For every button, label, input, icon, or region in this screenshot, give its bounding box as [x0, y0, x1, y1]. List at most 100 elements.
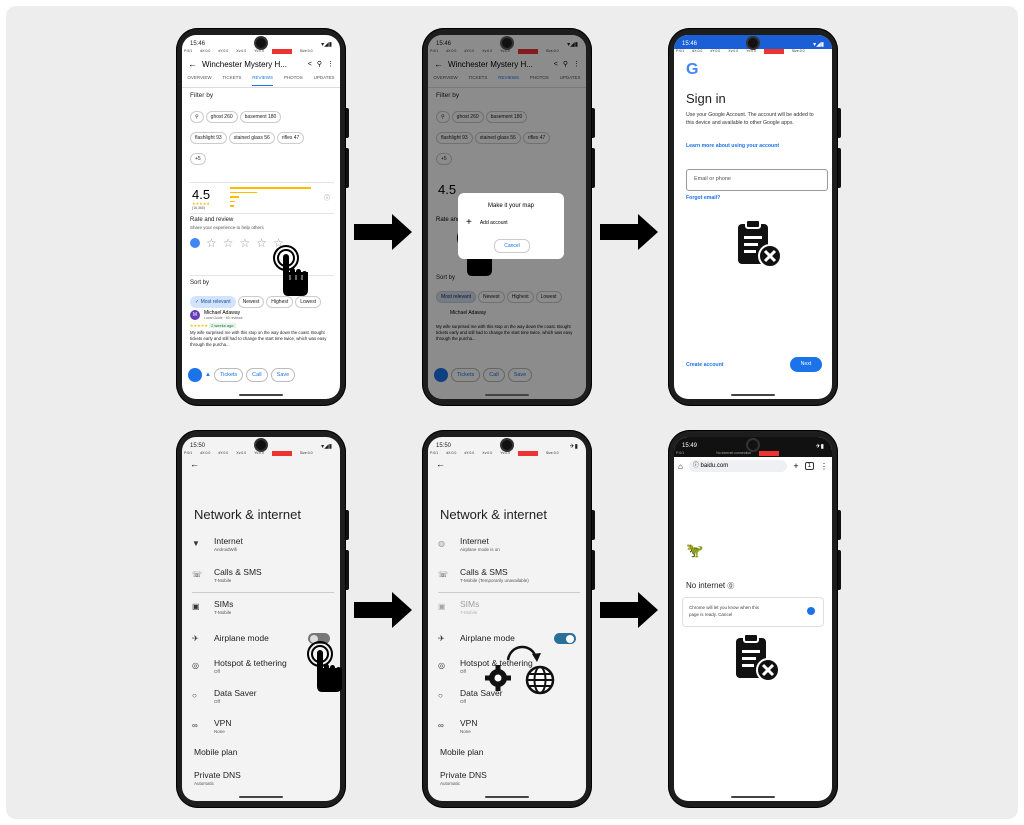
learn-more-link[interactable]: Learn more about using your account: [686, 143, 779, 149]
setting-mobile-plan[interactable]: Mobile plan: [194, 747, 334, 771]
setting-subtitle: T-Mobile (Temporarily unavailable): [460, 578, 529, 583]
setting-subtitle: None: [214, 729, 225, 734]
rate-star[interactable]: ☆: [240, 236, 251, 250]
new-tab-icon[interactable]: +: [793, 461, 798, 471]
data-saver-icon: ○: [192, 691, 197, 700]
sort-newest[interactable]: Newest: [237, 296, 265, 308]
tab-switcher-icon[interactable]: 1: [804, 462, 814, 470]
sort-title: Sort by: [190, 280, 210, 286]
home-indicator: [731, 796, 775, 798]
status-time: 15:50: [436, 443, 452, 449]
settings-to-network-icon: [485, 645, 555, 695]
hotspot-icon: ◎: [192, 661, 199, 670]
offline-banner: No internet connection: [716, 451, 752, 455]
settings-heading: Network & internet: [194, 507, 301, 522]
notify-card: Chrome will let you know when this page …: [682, 597, 824, 627]
site-info-icon[interactable]: ⓘ: [693, 463, 701, 469]
flow-arrow-icon: [354, 214, 412, 250]
share-icon[interactable]: <: [308, 61, 312, 68]
home-indicator: [239, 796, 283, 798]
setting-calls-sms[interactable]: ☏ Calls & SMS T-Mobile (Temporarily unavai…: [438, 567, 580, 591]
back-arrow-icon[interactable]: ←: [188, 59, 197, 69]
screen-maps-dialog: 15:46 ▾◢▮ P:0/1 dX:0.0 dY:0.0 Xv:0.0 Yv:0.0 Si…: [428, 35, 586, 399]
more-filters-chip[interactable]: +5: [190, 153, 206, 165]
review-stars: ★★★★★: [190, 323, 208, 328]
signin-body: Use your Google Account. The account wil…: [686, 112, 814, 126]
forgot-email-link[interactable]: Forgot email?: [686, 195, 720, 201]
setting-sims[interactable]: ▣ SIMs T-Mobile: [192, 599, 334, 623]
status-time: 15:50: [190, 443, 206, 449]
vpn-key-icon: ∞: [192, 721, 198, 730]
filter-chip[interactable]: flashlight 93: [190, 132, 227, 144]
help-icon[interactable]: ⓪: [727, 583, 734, 590]
home-icon[interactable]: ⌂: [678, 462, 683, 471]
setting-title: VPN: [460, 718, 478, 728]
more-vert-icon[interactable]: ⋮: [820, 462, 828, 471]
setting-calls-sms[interactable]: ☏ Calls & SMS T-Mobile: [192, 567, 334, 591]
call-button[interactable]: Call: [246, 368, 268, 382]
back-arrow-icon[interactable]: ←: [436, 459, 445, 469]
filter-chip[interactable]: stained glass 56: [228, 132, 275, 144]
more-vert-icon[interactable]: ⋮: [327, 60, 334, 68]
setting-subtitle: Off: [460, 699, 466, 704]
chrome-toolbar: ⌂ ⓘ baidu.com + 1 ⋮: [678, 459, 828, 473]
setting-vpn[interactable]: ∞ VPN None: [192, 718, 334, 742]
setting-subtitle: AndroidWifi: [214, 547, 238, 552]
tab-bar: OVERVIEW TICKETS REVIEWS PHOTOS UPDATES: [182, 75, 340, 88]
setting-internet[interactable]: ◍ Internet Airplane mode is on: [438, 536, 580, 560]
setting-internet[interactable]: ▼ Internet AndroidWifi: [192, 536, 334, 560]
screen-chrome-offline: 15:49 ✈▮ P:0/1 No internet connection ⌂ ⓘ …: [674, 437, 832, 801]
flow-arrow-icon: [600, 214, 658, 250]
rating-summary: 4.5 ★★★★★ (16,360) ⓘ: [190, 182, 334, 214]
flow-arrow-icon: [600, 592, 658, 628]
setting-mobile-plan[interactable]: Mobile plan: [440, 747, 580, 771]
tab-updates[interactable]: UPDATES: [314, 75, 335, 87]
filter-chip[interactable]: basement 180: [239, 111, 282, 123]
back-arrow-icon[interactable]: ←: [190, 459, 199, 469]
dialog-cancel-button[interactable]: Cancel: [494, 239, 530, 253]
tab-reviews[interactable]: REVIEWS: [252, 75, 274, 86]
task-failed-icon: [738, 219, 782, 268]
rating-bars: [230, 187, 320, 207]
phone-icon: ☏: [438, 570, 449, 579]
tab-overview[interactable]: OVERVIEW: [187, 75, 211, 87]
filter-chip[interactable]: rifles 47: [276, 132, 305, 144]
url-bar[interactable]: ⓘ baidu.com: [688, 460, 788, 472]
sort-most-relevant[interactable]: ✓ Most relevant: [190, 296, 236, 308]
filter-chip[interactable]: ghost 260: [205, 111, 238, 123]
review-text: My wife surprised me with this stop on t…: [190, 330, 327, 347]
next-button[interactable]: Next: [790, 357, 822, 372]
setting-subtitle: Automatic: [194, 781, 215, 786]
rate-star[interactable]: ☆: [256, 236, 267, 250]
home-indicator: [485, 394, 529, 396]
rate-star[interactable]: ☆: [223, 236, 234, 250]
setting-subtitle: None: [460, 729, 471, 734]
setting-private-dns[interactable]: Private DNS Automatic: [440, 770, 580, 794]
tab-photos[interactable]: PHOTOS: [284, 75, 303, 87]
setting-subtitle: T-Mobile: [460, 610, 478, 615]
info-icon[interactable]: ⓘ: [324, 193, 330, 202]
setting-private-dns[interactable]: Private DNS Automatic: [194, 770, 334, 794]
tickets-button[interactable]: Tickets: [213, 368, 244, 382]
search-chip[interactable]: ⚲: [190, 111, 204, 123]
setting-title: Internet: [460, 536, 489, 546]
search-icon[interactable]: ⚲: [317, 60, 322, 68]
debug-strip: P:0/1 dX:0.0 dY:0.0 Xv:0.0 Yv:0.0 Size:0.0: [184, 451, 313, 456]
setting-vpn[interactable]: ∞ VPN None: [438, 718, 580, 742]
create-account-button[interactable]: Create account: [686, 362, 723, 368]
add-account-item[interactable]: + Add account: [466, 217, 564, 228]
setting-title: Internet: [214, 536, 243, 546]
reviewer-avatar: M: [190, 310, 200, 320]
status-icons: ▾◢▮: [321, 41, 332, 48]
rate-star[interactable]: ☆: [206, 236, 217, 250]
setting-title: VPN: [214, 718, 232, 728]
save-button[interactable]: Save: [270, 368, 296, 382]
notify-toggle-icon[interactable]: [807, 607, 815, 615]
dialog-title: Make it your map: [487, 203, 535, 209]
front-camera: [748, 440, 758, 450]
tab-tickets[interactable]: TICKETS: [222, 75, 241, 87]
navigate-icon[interactable]: ▲: [205, 372, 211, 378]
directions-button[interactable]: [188, 368, 202, 382]
email-field[interactable]: Email or phone: [686, 169, 828, 191]
setting-sims: ▣ SIMs T-Mobile: [438, 599, 580, 623]
